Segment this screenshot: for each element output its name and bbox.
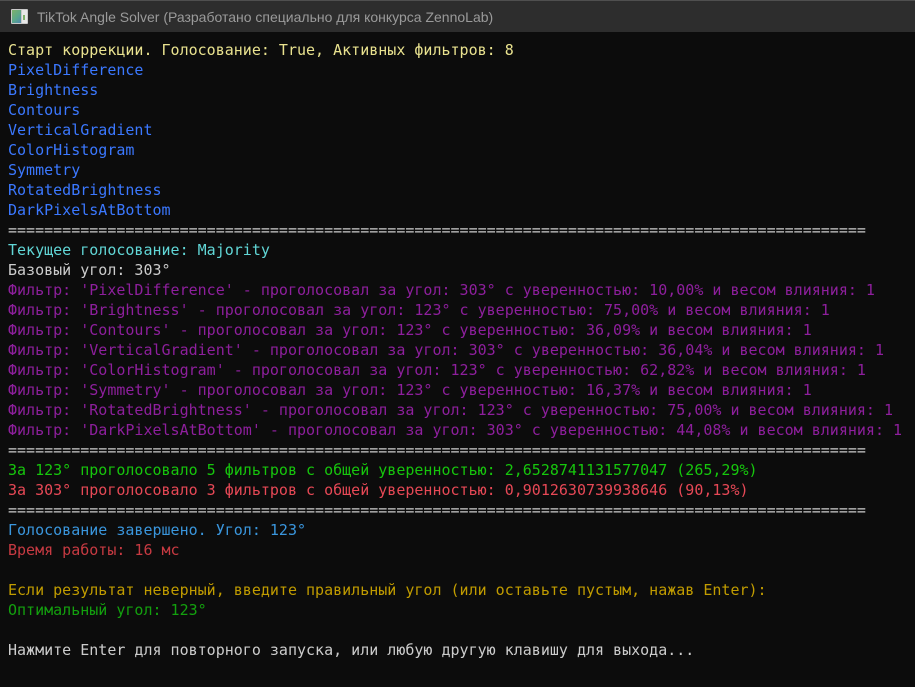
console-line: ========================================… — [8, 220, 915, 240]
console-line: RotatedBrightness — [8, 180, 915, 200]
console-line: Время работы: 16 мс — [8, 540, 915, 560]
console-line: Symmetry — [8, 160, 915, 180]
console-line: Фильтр: 'Symmetry' - проголосовал за уго… — [8, 380, 915, 400]
console-line: Фильтр: 'VerticalGradient' - проголосова… — [8, 340, 915, 360]
console-line: Фильтр: 'PixelDifference' - проголосовал… — [8, 280, 915, 300]
app-icon-panel — [22, 10, 27, 23]
console-line: Старт коррекции. Голосование: True, Акти… — [8, 40, 915, 60]
console-line: Оптимальный угол: 123° — [8, 600, 915, 620]
console-line: Brightness — [8, 80, 915, 100]
console-line: За 123° проголосовало 5 фильтров с общей… — [8, 460, 915, 480]
console-output[interactable]: Старт коррекции. Голосование: True, Акти… — [0, 32, 915, 687]
console-line: PixelDifference — [8, 60, 915, 80]
window-title: TikTok Angle Solver (Разработано специал… — [37, 9, 493, 25]
console-line: Нажмите Enter для повторного запуска, ил… — [8, 640, 915, 660]
console-line: Если результат неверный, введите правиль… — [8, 580, 915, 600]
console-line — [8, 620, 915, 640]
console-line: DarkPixelsAtBottom — [8, 200, 915, 220]
console-line: Голосование завершено. Угол: 123° — [8, 520, 915, 540]
console-line: Фильтр: 'ColorHistogram' - проголосовал … — [8, 360, 915, 380]
console-line — [8, 560, 915, 580]
console-line: Текущее голосование: Majority — [8, 240, 915, 260]
console-line: Фильтр: 'RotatedBrightness' - проголосов… — [8, 400, 915, 420]
app-icon-image — [12, 10, 21, 23]
title-bar[interactable]: TikTok Angle Solver (Разработано специал… — [0, 0, 915, 32]
console-line: За 303° проголосовало 3 фильтров с общей… — [8, 480, 915, 500]
console-line: Фильтр: 'DarkPixelsAtBottom' - проголосо… — [8, 420, 915, 440]
console-line: Фильтр: 'Contours' - проголосовал за уго… — [8, 320, 915, 340]
console-line: Базовый угол: 303° — [8, 260, 915, 280]
console-line: ColorHistogram — [8, 140, 915, 160]
console-line: Фильтр: 'Brightness' - проголосовал за у… — [8, 300, 915, 320]
console-window: TikTok Angle Solver (Разработано специал… — [0, 0, 915, 687]
console-line: ========================================… — [8, 440, 915, 460]
console-line: ========================================… — [8, 500, 915, 520]
console-line: Contours — [8, 100, 915, 120]
console-line: VerticalGradient — [8, 120, 915, 140]
app-icon — [11, 9, 28, 24]
